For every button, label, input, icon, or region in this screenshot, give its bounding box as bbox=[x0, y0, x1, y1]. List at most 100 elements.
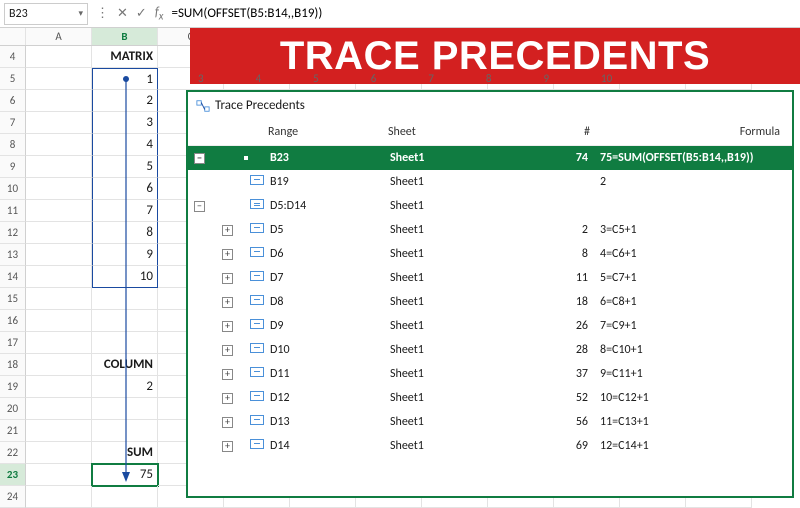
fx-icon[interactable]: fx bbox=[155, 5, 164, 23]
expander-icon[interactable]: − bbox=[194, 201, 205, 212]
cell-B21[interactable] bbox=[92, 420, 158, 442]
row-header[interactable]: 12 bbox=[0, 222, 26, 244]
expander-icon[interactable]: + bbox=[222, 345, 233, 356]
cell-B7[interactable]: 3 bbox=[92, 112, 158, 134]
cell-A12[interactable] bbox=[26, 222, 92, 244]
cell-A16[interactable] bbox=[26, 310, 92, 332]
cell-A24[interactable] bbox=[26, 486, 92, 508]
expander-icon[interactable]: + bbox=[222, 369, 233, 380]
cell-A21[interactable] bbox=[26, 420, 92, 442]
cell-B5[interactable]: 1 bbox=[92, 68, 158, 90]
row-header[interactable]: 21 bbox=[0, 420, 26, 442]
cell-B4[interactable]: MATRIX bbox=[92, 46, 158, 68]
cell-B13[interactable]: 9 bbox=[92, 244, 158, 266]
expander-icon[interactable]: + bbox=[222, 393, 233, 404]
expander-icon[interactable]: + bbox=[222, 441, 233, 452]
cell-B20[interactable] bbox=[92, 398, 158, 420]
row-header[interactable]: 9 bbox=[0, 156, 26, 178]
row-header[interactable]: 22 bbox=[0, 442, 26, 464]
row-header[interactable]: 4 bbox=[0, 46, 26, 68]
cell-A13[interactable] bbox=[26, 244, 92, 266]
chevron-down-icon[interactable]: ▾ bbox=[78, 8, 83, 19]
precedent-row[interactable]: −D5:D14Sheet1 bbox=[188, 194, 792, 218]
cell-A23[interactable] bbox=[26, 464, 92, 486]
expander-icon[interactable]: − bbox=[194, 153, 205, 164]
expander-icon[interactable]: + bbox=[222, 321, 233, 332]
cell-B18[interactable]: COLUMN bbox=[92, 354, 158, 376]
expander-icon[interactable]: + bbox=[222, 273, 233, 284]
row-header[interactable]: 14 bbox=[0, 266, 26, 288]
precedent-row[interactable]: +D6Sheet184=C6+1 bbox=[188, 242, 792, 266]
formula-text[interactable]: =SUM(OFFSET(B5:B14,,B19)) bbox=[171, 6, 322, 21]
expander-icon[interactable]: + bbox=[222, 249, 233, 260]
expander-icon[interactable]: + bbox=[222, 417, 233, 428]
precedent-row[interactable]: +D11Sheet1379=C11+1 bbox=[188, 362, 792, 386]
row-header[interactable]: 24 bbox=[0, 486, 26, 508]
precedent-row[interactable]: +D13Sheet15611=C13+1 bbox=[188, 410, 792, 434]
row-header[interactable]: 16 bbox=[0, 310, 26, 332]
row-header[interactable]: 20 bbox=[0, 398, 26, 420]
cell-B15[interactable] bbox=[92, 288, 158, 310]
cell-A7[interactable] bbox=[26, 112, 92, 134]
expander-icon[interactable]: + bbox=[222, 225, 233, 236]
cancel-icon[interactable]: ✕ bbox=[117, 6, 128, 21]
cell-B6[interactable]: 2 bbox=[92, 90, 158, 112]
precedent-row[interactable]: +D10Sheet1288=C10+1 bbox=[188, 338, 792, 362]
row-header[interactable]: 18 bbox=[0, 354, 26, 376]
precedent-row[interactable]: +D5Sheet123=C5+1 bbox=[188, 218, 792, 242]
cell-B24[interactable] bbox=[92, 486, 158, 508]
cell-A8[interactable] bbox=[26, 134, 92, 156]
confirm-icon[interactable]: ✓ bbox=[136, 6, 147, 21]
row-header[interactable]: 5 bbox=[0, 68, 26, 90]
cell-A22[interactable] bbox=[26, 442, 92, 464]
cell-A11[interactable] bbox=[26, 200, 92, 222]
row-header[interactable]: 17 bbox=[0, 332, 26, 354]
cell-B19[interactable]: 2 bbox=[92, 376, 158, 398]
row-header[interactable]: 13 bbox=[0, 244, 26, 266]
cell-A14[interactable] bbox=[26, 266, 92, 288]
row-header[interactable]: 6 bbox=[0, 90, 26, 112]
row-header[interactable]: 19 bbox=[0, 376, 26, 398]
row-header[interactable]: 10 bbox=[0, 178, 26, 200]
cell-B8[interactable]: 4 bbox=[92, 134, 158, 156]
row-header[interactable]: 8 bbox=[0, 134, 26, 156]
row-header[interactable]: 11 bbox=[0, 200, 26, 222]
cell-A18[interactable] bbox=[26, 354, 92, 376]
range-cell: D5:D14 bbox=[264, 197, 384, 215]
cell-A9[interactable] bbox=[26, 156, 92, 178]
precedent-row[interactable]: +D9Sheet1267=C9+1 bbox=[188, 314, 792, 338]
cell-B22[interactable]: SUM bbox=[92, 442, 158, 464]
cell-B11[interactable]: 7 bbox=[92, 200, 158, 222]
row-header[interactable]: 23 bbox=[0, 464, 26, 486]
precedent-row[interactable]: +D7Sheet1115=C7+1 bbox=[188, 266, 792, 290]
name-box[interactable]: B23 ▾ bbox=[4, 3, 88, 25]
precedent-row[interactable]: −B23Sheet17475=SUM(OFFSET(B5:B14,,B19)) bbox=[188, 146, 792, 170]
col-header[interactable]: B bbox=[92, 28, 158, 45]
expander-icon[interactable]: + bbox=[222, 297, 233, 308]
cell-A4[interactable] bbox=[26, 46, 92, 68]
precedent-row[interactable]: B19Sheet12 bbox=[188, 170, 792, 194]
col-header[interactable]: A bbox=[26, 28, 92, 45]
precedent-row[interactable]: +D14Sheet16912=C14+1 bbox=[188, 434, 792, 458]
cell-B12[interactable]: 8 bbox=[92, 222, 158, 244]
cell-A10[interactable] bbox=[26, 178, 92, 200]
cell-A19[interactable] bbox=[26, 376, 92, 398]
cell-B16[interactable] bbox=[92, 310, 158, 332]
panel-title-text: Trace Precedents bbox=[215, 98, 305, 113]
cell-B10[interactable]: 6 bbox=[92, 178, 158, 200]
row-header[interactable]: 15 bbox=[0, 288, 26, 310]
precedent-row[interactable]: +D12Sheet15210=C12+1 bbox=[188, 386, 792, 410]
cell-B9[interactable]: 5 bbox=[92, 156, 158, 178]
cell-B14[interactable]: 10 bbox=[92, 266, 158, 288]
cell-A17[interactable] bbox=[26, 332, 92, 354]
precedent-row[interactable]: +D8Sheet1186=C8+1 bbox=[188, 290, 792, 314]
cell-A5[interactable] bbox=[26, 68, 92, 90]
row-header[interactable]: 7 bbox=[0, 112, 26, 134]
cell-A15[interactable] bbox=[26, 288, 92, 310]
cell-A20[interactable] bbox=[26, 398, 92, 420]
cell-B23[interactable]: 75 bbox=[92, 464, 158, 486]
range-cell: D13 bbox=[264, 413, 384, 431]
cell-B17[interactable] bbox=[92, 332, 158, 354]
cell-A6[interactable] bbox=[26, 90, 92, 112]
num-cell: 74 bbox=[534, 149, 594, 167]
